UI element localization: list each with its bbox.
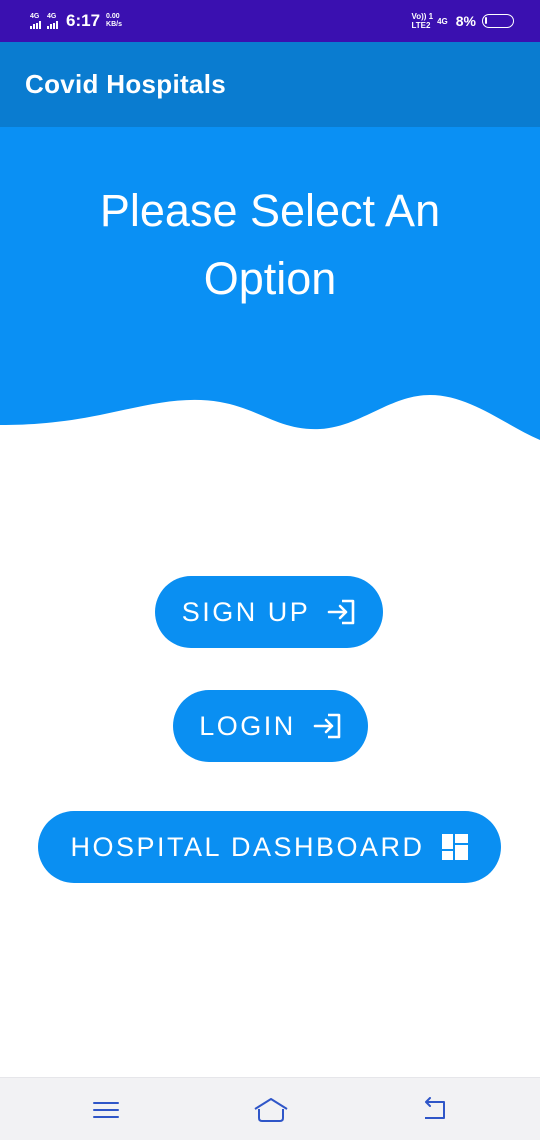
status-bar: 4G 4G 6:17 0.00 KB/s Vo)) 1 LTE2 4G 8% — [0, 0, 540, 42]
signal-bars-icon — [30, 21, 41, 29]
header-banner: Please Select An Option — [0, 127, 540, 447]
status-bar-right: Vo)) 1 LTE2 4G 8% — [411, 12, 514, 30]
back-button[interactable] — [414, 1094, 454, 1126]
sign-up-button[interactable]: SIGN UP — [155, 576, 383, 648]
menu-icon — [93, 1102, 119, 1118]
network-type-label: 4G — [437, 16, 448, 26]
battery-icon — [482, 14, 514, 28]
hospital-dashboard-label: HOSPITAL DASHBOARD — [70, 831, 425, 862]
lte-label: LTE2 — [411, 21, 431, 30]
dashboard-icon — [441, 833, 469, 861]
recent-apps-button[interactable] — [86, 1094, 126, 1126]
battery-percent: 8% — [455, 13, 476, 29]
signal-bars-icon — [47, 21, 58, 29]
login-button[interactable]: LOGIN — [173, 690, 368, 762]
login-arrow-icon — [326, 598, 356, 626]
network-speed-value: 0.00 — [106, 13, 120, 20]
clock: 6:17 — [66, 11, 101, 30]
sign-up-label: SIGN UP — [181, 596, 311, 627]
back-icon — [425, 1097, 445, 1119]
app-title: Covid Hospitals — [25, 69, 226, 99]
signal-sim1: 4G — [30, 13, 41, 29]
volte-indicator: Vo)) 1 LTE2 — [411, 12, 433, 30]
page-heading: Please Select An Option — [99, 185, 441, 304]
screen: 4G 4G 6:17 0.00 KB/s Vo)) 1 LTE2 4G 8% C… — [0, 0, 540, 1140]
home-icon — [254, 1098, 288, 1122]
network-speed: 0.00 KB/s — [106, 13, 122, 29]
hospital-dashboard-button[interactable]: HOSPITAL DASHBOARD — [38, 811, 501, 883]
login-label: LOGIN — [199, 710, 296, 741]
login-arrow-icon — [312, 712, 342, 740]
volte-label: Vo)) 1 — [411, 12, 434, 21]
signal-sim2: 4G — [47, 13, 58, 29]
home-button[interactable] — [251, 1094, 291, 1126]
network-type-label: 4G — [30, 13, 40, 20]
system-nav-bar — [0, 1077, 540, 1140]
status-bar-left: 4G 4G 6:17 0.00 KB/s — [30, 11, 122, 31]
battery-level — [485, 17, 487, 24]
network-type-label: 4G — [47, 13, 57, 20]
network-speed-unit: KB/s — [106, 21, 122, 28]
app-bar: Covid Hospitals — [0, 42, 540, 127]
